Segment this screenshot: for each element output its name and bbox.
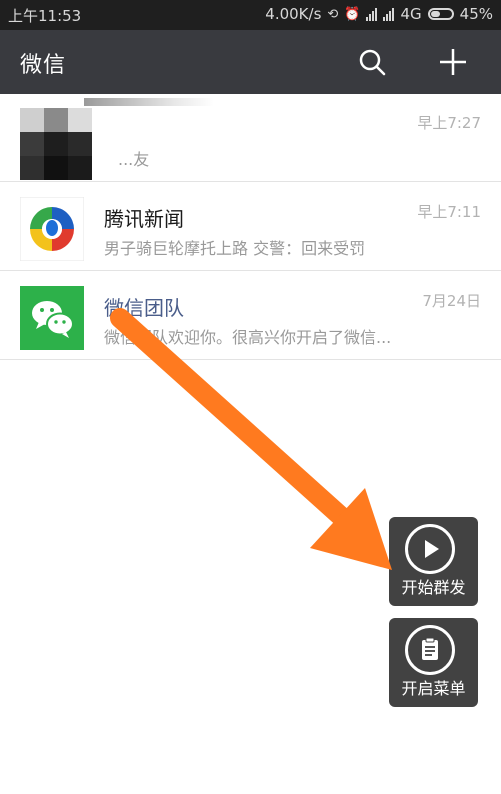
chat-list-item[interactable]: 微信团队 微信团队欢迎你。很高兴你开启了微信... 7月24日 xyxy=(0,272,501,360)
blurred-overlay xyxy=(84,98,214,106)
chat-list-item[interactable]: 腾讯新闻 男子骑巨轮摩托上路 交警：回来受罚 早上7:11 xyxy=(0,183,501,271)
battery-icon xyxy=(427,8,454,20)
chat-time: 7月24日 xyxy=(422,292,481,310)
chat-preview: 微信团队欢迎你。很高兴你开启了微信... xyxy=(104,328,392,347)
start-broadcast-button[interactable]: 开始群发 xyxy=(389,517,478,606)
plus-icon[interactable] xyxy=(438,47,468,77)
chat-preview: 男子骑巨轮摩托上路 交警：回来受罚 xyxy=(104,239,366,258)
chat-name: 腾讯新闻 xyxy=(104,207,184,231)
status-bar: 上午11:53 4.00K/s ⟲ ⏰ 4G 45% xyxy=(0,0,501,30)
wechat-logo-icon xyxy=(20,286,84,350)
page-title: 微信 xyxy=(20,53,67,78)
signal-hd-icon xyxy=(383,7,395,21)
avatar xyxy=(20,108,92,180)
signal-icon xyxy=(366,7,378,21)
status-icons: 4.00K/s ⟲ ⏰ 4G 45% xyxy=(265,5,493,23)
play-icon xyxy=(405,524,455,574)
start-broadcast-label: 开始群发 xyxy=(401,578,466,597)
open-menu-button[interactable]: 开启菜单 xyxy=(389,618,478,707)
open-menu-label: 开启菜单 xyxy=(401,679,466,698)
app-header: 微信 xyxy=(0,30,501,94)
alarm-icon: ⏰ xyxy=(344,6,361,22)
chat-name: 微信团队 xyxy=(104,296,184,320)
battery-percent: 45% xyxy=(459,5,493,23)
status-time: 上午11:53 xyxy=(8,7,82,25)
chat-preview: ...友 xyxy=(118,150,150,169)
chat-time: 早上7:27 xyxy=(417,114,481,132)
tencent-news-logo-icon xyxy=(20,197,84,261)
search-icon[interactable] xyxy=(358,48,386,76)
clipboard-icon xyxy=(405,625,455,675)
chat-list-item[interactable]: ...友 早上7:27 xyxy=(0,94,501,182)
sync-icon: ⟲ xyxy=(327,6,339,22)
chat-time: 早上7:11 xyxy=(417,203,481,221)
net-speed: 4.00K/s xyxy=(265,5,322,23)
network-type: 4G xyxy=(400,5,422,23)
